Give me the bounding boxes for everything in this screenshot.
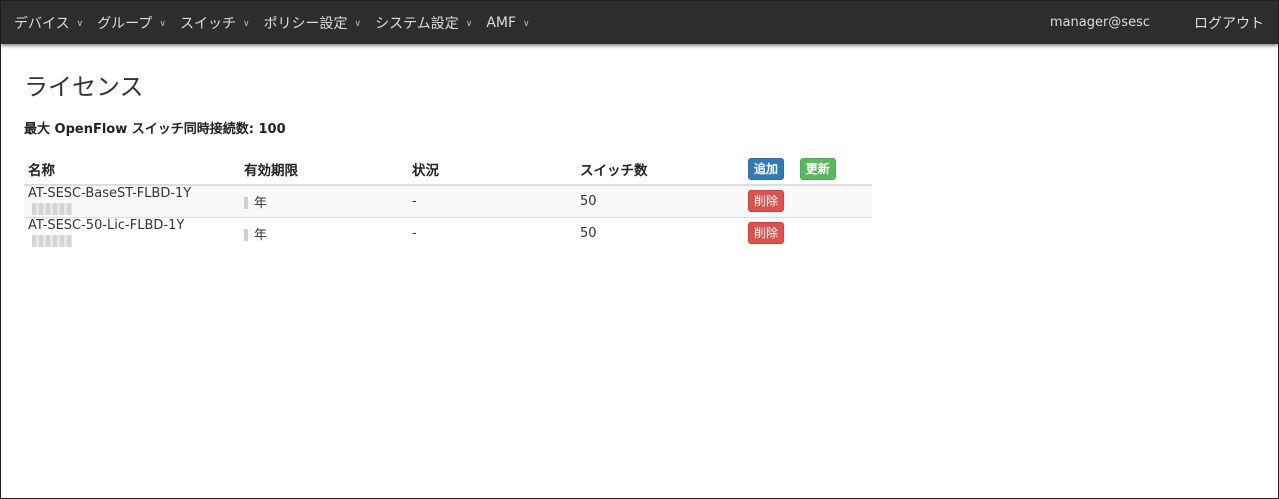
table-row: AT-SESC-50-Lic-FLBD-1Y 年 - 50 削除 (24, 216, 872, 249)
logout-link[interactable]: ログアウト (1194, 13, 1264, 33)
header-name: 名称 (24, 152, 240, 186)
table-row: AT-SESC-BaseST-FLBD-1Y 年 - 50 削除 (24, 184, 872, 217)
nav-switches-menu[interactable]: スイッチ ∨ (173, 1, 257, 44)
chevron-down-icon: ∨ (354, 18, 362, 29)
nav-policy-menu[interactable]: ポリシー設定 ∨ (257, 1, 369, 44)
license-status: - (408, 216, 576, 249)
license-name-cell: AT-SESC-BaseST-FLBD-1Y (24, 184, 240, 217)
chevron-down-icon: ∨ (523, 18, 530, 29)
nav-system-label: システム設定 (375, 15, 459, 32)
license-name: AT-SESC-50-Lic-FLBD-1Y (28, 218, 185, 234)
nav-groups-label: グループ (97, 15, 153, 32)
chevron-down-icon: ∨ (465, 18, 473, 29)
nav-switches-label: スイッチ (179, 15, 236, 32)
license-actions-cell: 削除 (744, 184, 872, 217)
license-status: - (408, 184, 576, 217)
header-expiry: 有効期限 (240, 152, 408, 186)
license-actions-cell: 削除 (744, 216, 872, 249)
nav-menu: デバイス ∨ グループ ∨ スイッチ ∨ ポリシー設定 ∨ システム設定 ∨ A… (1, 1, 537, 44)
chevron-down-icon: ∨ (242, 18, 250, 29)
license-switch-count: 50 (576, 184, 744, 217)
license-table: 名称 有効期限 状況 スイッチ数 追加 更新 AT-SESC-BaseST-FL… (24, 152, 872, 249)
top-navbar: デバイス ∨ グループ ∨ スイッチ ∨ ポリシー設定 ∨ システム設定 ∨ A… (1, 1, 1278, 44)
nav-user-area: manager@sesc ログアウト (1050, 1, 1278, 44)
nav-amf-label: AMF (486, 14, 517, 31)
header-switch-count: スイッチ数 (576, 152, 744, 186)
delete-button[interactable]: 削除 (748, 190, 785, 213)
add-button[interactable]: 追加 (748, 158, 785, 180)
license-name-cell: AT-SESC-50-Lic-FLBD-1Y (24, 216, 240, 249)
update-button[interactable]: 更新 (799, 158, 836, 180)
nav-groups-menu[interactable]: グループ ∨ (90, 1, 173, 44)
nav-devices-menu[interactable]: デバイス ∨ (7, 1, 90, 44)
max-connections-info: 最大 OpenFlow スイッチ同時接続数: 100 (24, 122, 286, 137)
nav-devices-label: デバイス (14, 15, 70, 32)
license-expiry: 年 (254, 227, 268, 243)
nav-policy-label: ポリシー設定 (263, 15, 348, 32)
header-status: 状況 (408, 152, 576, 186)
table-header-row: 名称 有効期限 状況 スイッチ数 追加 更新 (24, 152, 872, 186)
license-expiry: 年 (254, 195, 268, 211)
page-title: ライセンス (24, 73, 144, 101)
delete-button[interactable]: 削除 (748, 222, 785, 245)
license-expiry-cell: 年 (240, 184, 408, 217)
redacted-text (244, 197, 248, 210)
redacted-text (32, 234, 72, 247)
chevron-down-icon: ∨ (76, 18, 84, 29)
user-name: manager@sesc (1049, 15, 1150, 30)
chevron-down-icon: ∨ (159, 18, 166, 29)
nav-amf-menu[interactable]: AMF ∨ (479, 1, 536, 44)
license-expiry-cell: 年 (240, 216, 408, 249)
redacted-text (32, 202, 72, 215)
license-name: AT-SESC-BaseST-FLBD-1Y (28, 186, 192, 202)
redacted-text (244, 229, 248, 242)
nav-system-menu[interactable]: システム設定 ∨ (368, 1, 479, 44)
main-content: ライセンス 最大 OpenFlow スイッチ同時接続数: 100 名称 有効期限… (1, 72, 1278, 249)
header-actions: 追加 更新 (744, 152, 872, 186)
license-switch-count: 50 (576, 216, 744, 249)
